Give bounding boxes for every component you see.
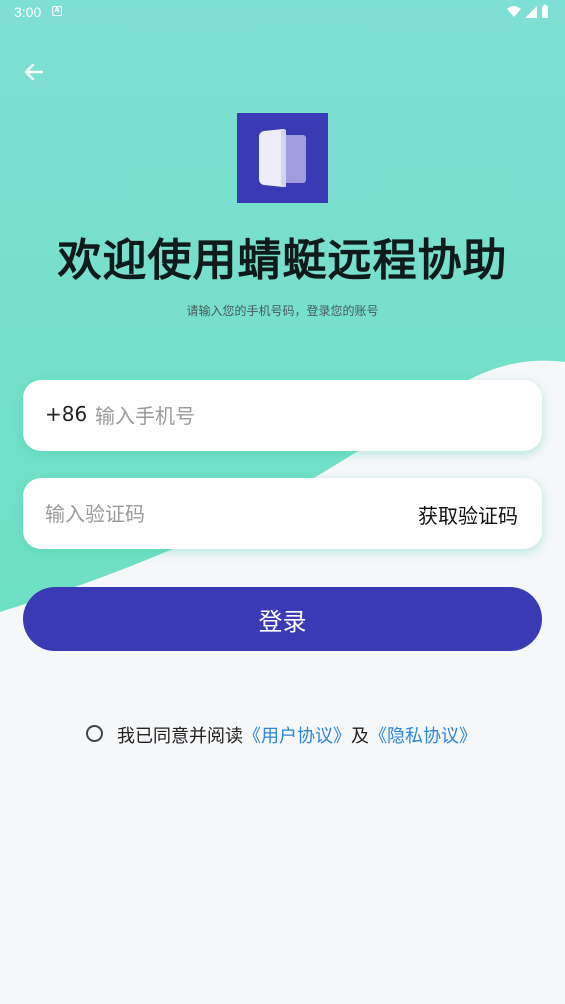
page-subtitle: 请输入您的手机号码，登录您的账号 (186, 304, 379, 318)
get-code-button[interactable]: 获取验证码 (418, 500, 518, 529)
arrow-left-icon[interactable] (20, 58, 48, 86)
battery-icon (542, 6, 548, 18)
status-bar: 3:00 A (0, 0, 565, 24)
book-icon (259, 129, 306, 187)
login-screen: 3:00 A 欢迎使用蜻蜓远程协助 请输入您的手机号码，登录您的账号 +86 获… (0, 0, 565, 1004)
phone-input[interactable] (95, 396, 515, 436)
status-indicators (507, 4, 548, 18)
privacy-policy-link[interactable]: 《隐私协议》 (369, 726, 477, 747)
agreement-and: 及 (351, 726, 369, 747)
code-field: 获取验证码 (23, 478, 542, 549)
a-badge-icon: A (52, 6, 62, 16)
signal-icon (525, 6, 537, 18)
agreement-radio[interactable] (86, 725, 103, 742)
status-time: 3:00 (14, 4, 42, 20)
phone-field: +86 (23, 380, 542, 451)
page-title: 欢迎使用蜻蜓远程协助 (57, 235, 508, 286)
login-button[interactable]: 登录 (23, 587, 542, 651)
wifi-icon (507, 6, 521, 17)
app-logo (237, 113, 328, 203)
agreement-text: 我已同意并阅读《用户协议》及《隐私协议》 (117, 722, 477, 748)
agreement-prefix: 我已同意并阅读 (117, 726, 243, 747)
verification-code-input[interactable] (45, 494, 385, 534)
user-agreement-link[interactable]: 《用户协议》 (243, 726, 351, 747)
country-code[interactable]: +86 (45, 402, 87, 426)
